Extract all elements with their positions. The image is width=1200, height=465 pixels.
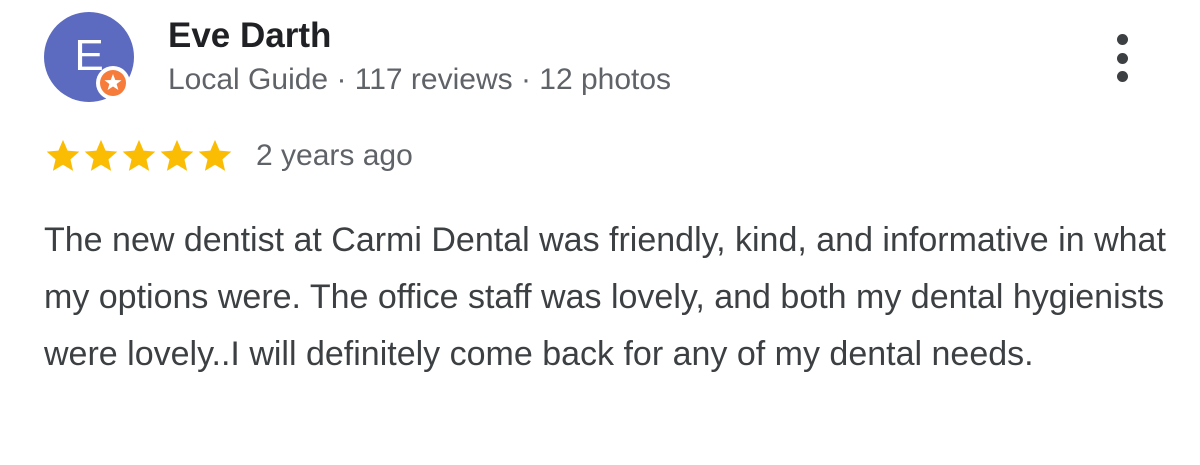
star-rating xyxy=(44,137,234,175)
star-icon xyxy=(160,139,194,171)
reviewer-meta: Local Guide · 117 reviews · 12 photos xyxy=(168,63,672,96)
review-text: The new dentist at Carmi Dental was frie… xyxy=(44,221,1166,373)
star-icon xyxy=(198,139,232,171)
rating-row: 2 years ago xyxy=(44,136,413,176)
review-date: 2 years ago xyxy=(256,139,413,172)
more-vert-icon-dot xyxy=(1116,34,1128,45)
reviewer-name[interactable]: Eve Darth xyxy=(168,16,331,56)
avatar[interactable]: E xyxy=(44,12,134,102)
star-icon xyxy=(46,139,80,171)
more-vert-icon-dot xyxy=(1116,52,1128,64)
star-icon xyxy=(122,139,156,171)
local-guide-badge-icon xyxy=(96,66,130,100)
more-vert-icon-dot xyxy=(1116,71,1128,82)
more-options-button[interactable] xyxy=(1100,28,1144,88)
review-card: E Eve Darth Local Guide · 117 reviews · … xyxy=(0,0,1200,465)
star-icon xyxy=(84,139,118,171)
